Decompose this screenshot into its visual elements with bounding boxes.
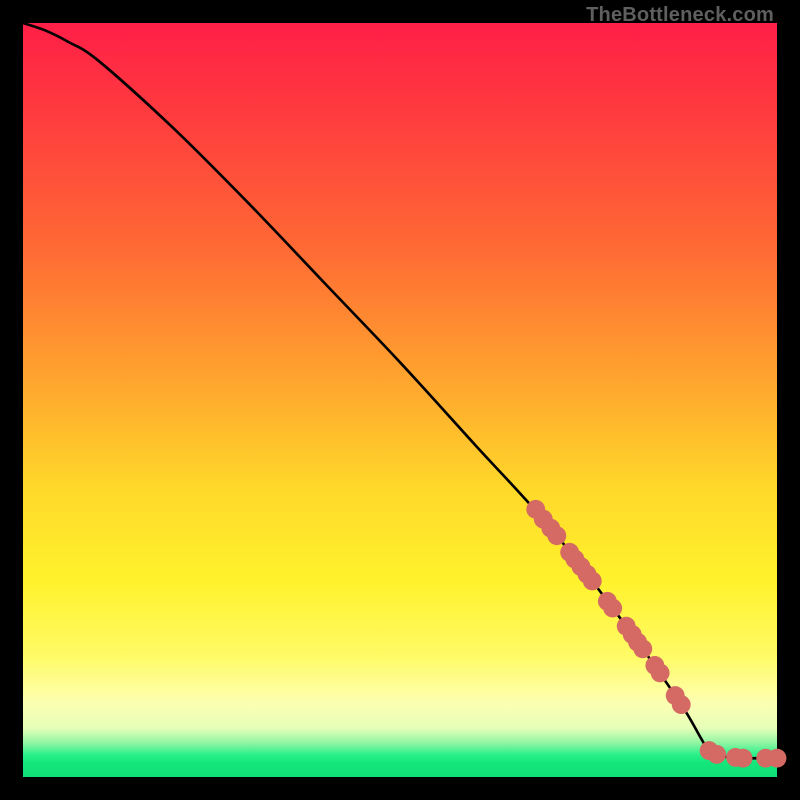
data-dot <box>651 664 670 683</box>
data-dot <box>633 639 652 658</box>
chart-frame: TheBottleneck.com <box>0 0 800 800</box>
data-dot <box>734 749 753 768</box>
data-dot <box>603 599 622 618</box>
data-dot <box>547 526 566 545</box>
data-dot <box>672 695 691 714</box>
bottleneck-curve <box>23 23 777 758</box>
data-dot <box>768 749 787 768</box>
data-dot <box>707 745 726 764</box>
chart-overlay-svg <box>23 23 777 777</box>
watermark-text: TheBottleneck.com <box>586 4 774 27</box>
data-dots <box>526 500 786 768</box>
data-dot <box>583 572 602 591</box>
